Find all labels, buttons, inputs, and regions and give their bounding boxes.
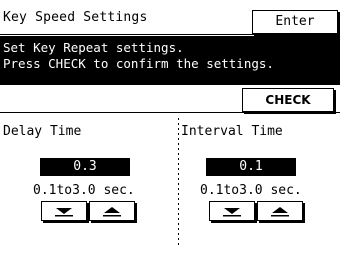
interval-decrease-button[interactable] — [209, 201, 255, 221]
header: Key Speed Settings Enter — [0, 0, 340, 34]
instruction-banner: Set Key Repeat settings. Press CHECK to … — [0, 36, 340, 85]
delay-time-label: Delay Time — [3, 124, 82, 139]
interval-increase-button[interactable] — [257, 201, 303, 221]
delay-time-stepper — [41, 201, 137, 221]
interval-time-range: 0.1to3.0 sec. — [200, 183, 302, 198]
title-divider — [0, 34, 340, 35]
section-divider — [0, 112, 340, 113]
triangle-up-icon — [271, 207, 289, 217]
page-title: Key Speed Settings — [3, 10, 148, 25]
column-divider — [178, 118, 179, 248]
instruction-line-1: Set Key Repeat settings. — [3, 40, 184, 55]
triangle-down-icon — [55, 208, 73, 217]
delay-time-value: 0.3 — [40, 158, 130, 176]
triangle-up-icon — [103, 207, 121, 217]
interval-time-label: Interval Time — [181, 124, 283, 139]
delay-time-range: 0.1to3.0 sec. — [33, 183, 135, 198]
delay-decrease-button[interactable] — [41, 201, 87, 221]
interval-time-value: 0.1 — [206, 158, 296, 176]
interval-time-stepper — [209, 201, 305, 221]
enter-button[interactable]: Enter — [252, 10, 338, 34]
check-button[interactable]: CHECK — [242, 88, 334, 112]
instruction-line-2: Press CHECK to confirm the settings. — [3, 56, 274, 71]
triangle-down-icon — [223, 208, 241, 217]
delay-increase-button[interactable] — [89, 201, 135, 221]
